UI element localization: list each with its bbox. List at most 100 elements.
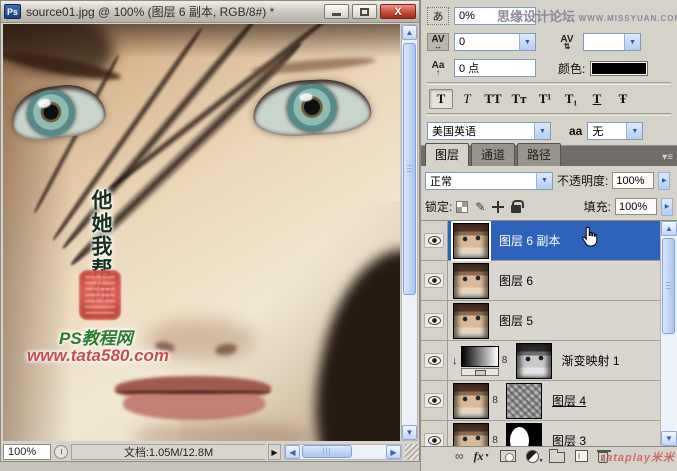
layer-thumbnail[interactable] xyxy=(453,262,489,299)
visibility-toggle[interactable] xyxy=(424,353,444,368)
faux-italic-button[interactable]: T xyxy=(455,89,479,109)
tab-channels[interactable]: 通道 xyxy=(471,143,516,166)
layer-row[interactable]: 图层 4 xyxy=(421,381,660,421)
status-flyout-button[interactable]: ▶ xyxy=(268,444,281,460)
layer-mask-link-icon[interactable] xyxy=(490,395,500,406)
opacity-spinner-icon[interactable] xyxy=(658,171,671,190)
vertical-scrollbar[interactable]: ▲ ▼ xyxy=(401,24,418,441)
layer-thumbnail[interactable] xyxy=(453,422,489,446)
opacity-value[interactable]: 100% xyxy=(612,172,655,189)
lock-pixels-icon[interactable]: ✎ xyxy=(475,200,485,214)
strikethrough-button[interactable]: Ŧ xyxy=(611,89,635,109)
layer-row[interactable]: 图层 5 xyxy=(421,301,660,341)
layer-name[interactable]: 图层 3 xyxy=(552,432,586,446)
tracking-select[interactable] xyxy=(583,33,641,51)
layer-name[interactable]: 图层 4 xyxy=(552,392,586,409)
new-adjustment-layer-button[interactable] xyxy=(525,449,544,464)
scroll-up-icon[interactable]: ▲ xyxy=(402,25,417,40)
kerning-select[interactable]: 0 xyxy=(454,33,536,51)
horizontal-scroll-track[interactable] xyxy=(300,445,386,459)
title-bar[interactable]: Ps source01.jpg @ 100% (图层 6 副本, RGB/8#)… xyxy=(1,1,419,23)
subscript-button[interactable]: T₁ xyxy=(559,89,583,109)
visibility-toggle[interactable] xyxy=(424,433,444,446)
hand-cursor-icon xyxy=(581,226,599,253)
image-canvas[interactable]: 他她我帮你 PS教程网 www.tata580.com xyxy=(3,24,400,441)
layer-mask-thumbnail[interactable] xyxy=(515,342,552,379)
layers-scroll-thumb[interactable] xyxy=(662,238,675,334)
eye-icon xyxy=(427,276,441,285)
maximize-button[interactable] xyxy=(352,4,377,19)
layer-mask-thumbnail[interactable] xyxy=(506,422,542,446)
chevron-down-icon[interactable] xyxy=(624,34,640,50)
layer-style-button[interactable]: fx xyxy=(474,449,490,464)
close-button[interactable]: X xyxy=(380,4,416,19)
layer-thumbnail[interactable] xyxy=(453,222,489,259)
close-icon: X xyxy=(394,5,402,18)
layer-row[interactable]: 图层 6 xyxy=(421,261,660,301)
layer-row[interactable]: ↓ 渐变映射 1 xyxy=(421,341,660,381)
tab-paths[interactable]: 路径 xyxy=(517,143,562,166)
zoom-level-input[interactable]: 100% xyxy=(3,444,51,460)
scroll-down-icon[interactable]: ▼ xyxy=(661,431,677,446)
status-bar: 100% 文档:1.05M/12.8M ▶ ◀ ▶ xyxy=(3,443,419,461)
visibility-toggle[interactable] xyxy=(424,393,444,408)
layer-mask-thumbnail[interactable] xyxy=(506,382,542,419)
new-group-button[interactable] xyxy=(548,449,565,463)
layer-name[interactable]: 图层 6 副本 xyxy=(499,232,560,249)
visibility-toggle[interactable] xyxy=(424,273,444,288)
underline-button[interactable]: T xyxy=(585,89,609,109)
all-caps-button[interactable]: TT xyxy=(481,89,505,109)
resize-grip[interactable] xyxy=(405,444,419,460)
chevron-down-icon[interactable] xyxy=(519,34,535,50)
gradient-map-thumbnail[interactable] xyxy=(460,345,499,376)
superscript-button[interactable]: T¹ xyxy=(533,89,557,109)
blend-mode-select[interactable]: 正常 xyxy=(425,171,553,190)
chevron-down-icon[interactable] xyxy=(626,123,643,139)
new-layer-button[interactable] xyxy=(574,450,588,462)
layer-thumbnail[interactable] xyxy=(453,302,489,339)
tab-layers[interactable]: 图层 xyxy=(425,143,470,166)
add-layer-mask-button[interactable] xyxy=(499,450,516,462)
tsume-input[interactable]: 0% xyxy=(454,7,536,25)
lock-transparency-icon[interactable] xyxy=(456,200,469,213)
red-seal-stamp xyxy=(79,270,121,320)
fill-spinner-icon[interactable] xyxy=(661,197,673,216)
minimize-button[interactable] xyxy=(324,4,349,19)
text-color-swatch[interactable] xyxy=(590,60,649,76)
photo-right-iris xyxy=(285,82,339,134)
scroll-right-icon[interactable]: ▶ xyxy=(386,445,401,459)
layer-row[interactable]: 图层 3 xyxy=(421,421,660,446)
delete-layer-button[interactable] xyxy=(596,450,611,463)
scroll-left-icon[interactable]: ◀ xyxy=(285,445,300,459)
layer-name[interactable]: 图层 5 xyxy=(499,312,533,329)
horizontal-scrollbar[interactable]: ◀ ▶ xyxy=(284,444,402,460)
scroll-up-icon[interactable]: ▲ xyxy=(661,221,677,236)
language-select[interactable]: 美国英语 xyxy=(427,122,551,140)
lock-position-icon[interactable] xyxy=(492,200,505,213)
layer-name[interactable]: 图层 6 xyxy=(499,272,533,289)
visibility-toggle[interactable] xyxy=(424,233,444,248)
layer-thumbnail[interactable] xyxy=(453,382,489,419)
layer-mask-link-icon[interactable] xyxy=(500,355,510,366)
small-caps-button[interactable]: Tᴛ xyxy=(507,89,531,109)
visibility-toggle[interactable] xyxy=(424,313,444,328)
horizontal-scroll-thumb[interactable] xyxy=(302,445,352,458)
panel-menu-icon[interactable]: ▾≡ xyxy=(662,153,673,163)
faux-bold-button[interactable]: T xyxy=(429,89,453,109)
chevron-down-icon[interactable] xyxy=(536,172,552,189)
antialias-select[interactable]: 无 xyxy=(587,122,644,140)
link-layers-button[interactable] xyxy=(455,449,464,463)
layer-mask-link-icon[interactable] xyxy=(490,435,500,446)
maximize-icon xyxy=(360,7,369,16)
eye-icon xyxy=(427,436,441,445)
visibility-cell xyxy=(421,381,448,420)
fill-value[interactable]: 100% xyxy=(615,198,657,215)
baseline-shift-input[interactable]: 0 点 xyxy=(454,59,536,77)
layer-row[interactable]: 图层 6 副本 xyxy=(421,221,660,261)
scroll-down-icon[interactable]: ▼ xyxy=(402,425,417,440)
vertical-scroll-thumb[interactable] xyxy=(403,43,416,295)
layer-name[interactable]: 渐变映射 1 xyxy=(562,352,620,369)
layers-scrollbar[interactable]: ▲ ▼ xyxy=(660,221,677,446)
chevron-down-icon[interactable] xyxy=(534,123,550,139)
lock-all-icon[interactable] xyxy=(511,200,525,213)
